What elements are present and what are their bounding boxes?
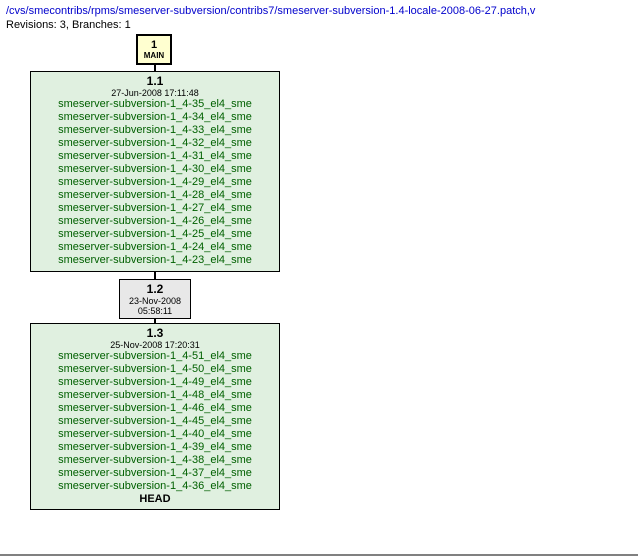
tag: smeserver-subversion-1_4-30_el4_sme: [35, 163, 275, 176]
tag: smeserver-subversion-1_4-37_el4_sme: [35, 467, 275, 480]
tag: smeserver-subversion-1_4-24_el4_sme: [35, 241, 275, 254]
head-label: HEAD: [35, 493, 275, 505]
revision-summary: Revisions: 3, Branches: 1: [6, 18, 632, 32]
tag: smeserver-subversion-1_4-48_el4_sme: [35, 389, 275, 402]
tag: smeserver-subversion-1_4-40_el4_sme: [35, 428, 275, 441]
tag-list: smeserver-subversion-1_4-35_el4_sme smes…: [35, 98, 275, 267]
tag: smeserver-subversion-1_4-33_el4_sme: [35, 124, 275, 137]
repo-path: /cvs/smecontribs/rpms/smeserver-subversi…: [6, 4, 632, 18]
tag: smeserver-subversion-1_4-26_el4_sme: [35, 215, 275, 228]
revision-date: 25-Nov-2008 17:20:31: [35, 340, 275, 350]
tag: smeserver-subversion-1_4-28_el4_sme: [35, 189, 275, 202]
branch-label: MAIN: [140, 51, 168, 60]
divider: [0, 554, 638, 556]
tag: smeserver-subversion-1_4-34_el4_sme: [35, 111, 275, 124]
tag: smeserver-subversion-1_4-50_el4_sme: [35, 363, 275, 376]
revision-node-1-3[interactable]: 1.3 25-Nov-2008 17:20:31 smeserver-subve…: [30, 323, 280, 510]
tag: smeserver-subversion-1_4-31_el4_sme: [35, 150, 275, 163]
tag: smeserver-subversion-1_4-51_el4_sme: [35, 350, 275, 363]
branch-number: 1: [140, 39, 168, 51]
tag: smeserver-subversion-1_4-39_el4_sme: [35, 441, 275, 454]
tag-list: smeserver-subversion-1_4-51_el4_sme smes…: [35, 350, 275, 493]
revision-graph: 1 MAIN 1.1 27-Jun-2008 17:11:48 smeserve…: [6, 34, 632, 554]
revision-number: 1.3: [35, 326, 275, 340]
revision-date: 23-Nov-2008 05:58:11: [124, 296, 186, 316]
tag: smeserver-subversion-1_4-27_el4_sme: [35, 202, 275, 215]
tag: smeserver-subversion-1_4-35_el4_sme: [35, 98, 275, 111]
tag: smeserver-subversion-1_4-29_el4_sme: [35, 176, 275, 189]
branch-node-main[interactable]: 1 MAIN: [136, 34, 172, 65]
revision-node-1-1[interactable]: 1.1 27-Jun-2008 17:11:48 smeserver-subve…: [30, 71, 280, 272]
tag: smeserver-subversion-1_4-32_el4_sme: [35, 137, 275, 150]
revision-number: 1.2: [124, 282, 186, 296]
tag: smeserver-subversion-1_4-23_el4_sme: [35, 254, 275, 267]
revision-node-1-2[interactable]: 1.2 23-Nov-2008 05:58:11: [119, 279, 191, 319]
tag: smeserver-subversion-1_4-38_el4_sme: [35, 454, 275, 467]
revision-date: 27-Jun-2008 17:11:48: [35, 88, 275, 98]
tag: smeserver-subversion-1_4-49_el4_sme: [35, 376, 275, 389]
tag: smeserver-subversion-1_4-46_el4_sme: [35, 402, 275, 415]
tag: smeserver-subversion-1_4-36_el4_sme: [35, 480, 275, 493]
tag: smeserver-subversion-1_4-25_el4_sme: [35, 228, 275, 241]
tag: smeserver-subversion-1_4-45_el4_sme: [35, 415, 275, 428]
revision-number: 1.1: [35, 74, 275, 88]
